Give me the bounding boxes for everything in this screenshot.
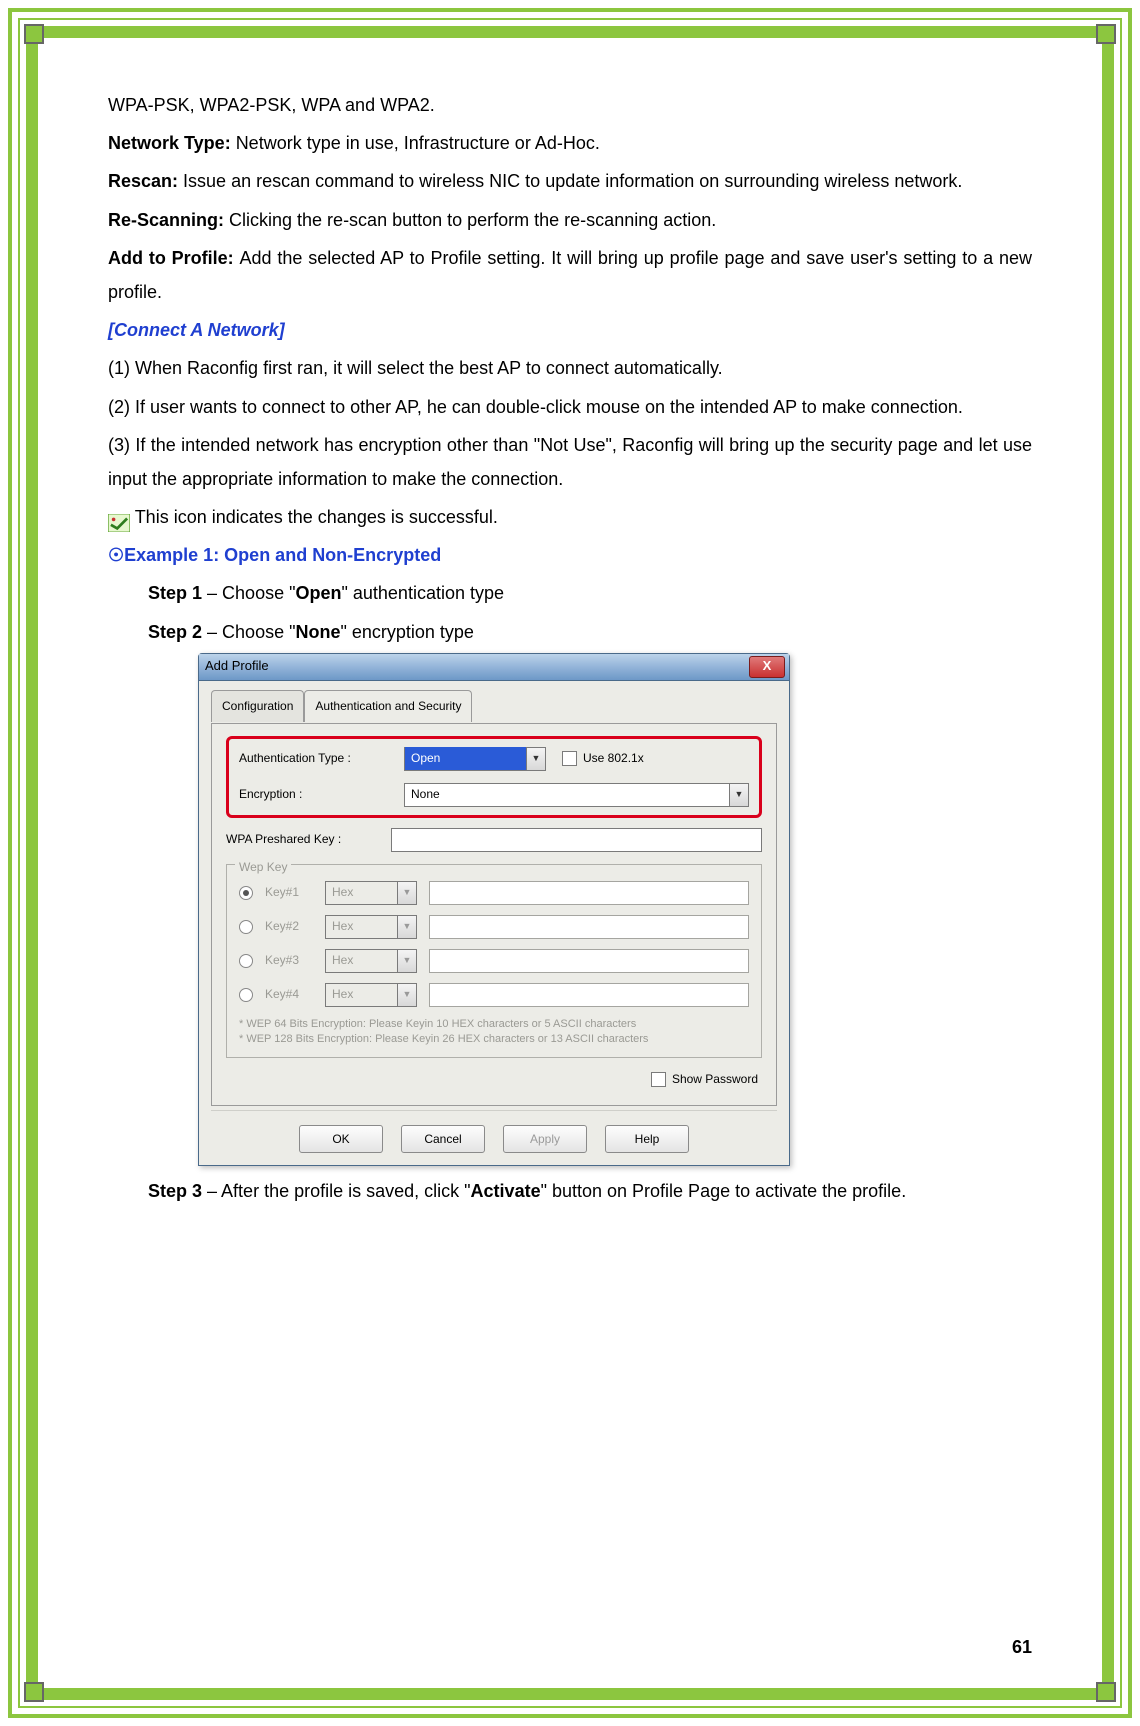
screenshot-dialog: Add Profile X Configuration Authenticati… — [198, 653, 1032, 1166]
select-key4-format: Hex — [325, 983, 417, 1007]
legend-wep-key: Wep Key — [235, 856, 291, 879]
select-auth-value: Open — [405, 747, 526, 770]
radio-key3[interactable] — [239, 954, 253, 968]
close-icon[interactable]: X — [749, 656, 785, 678]
select-encryption[interactable]: None — [404, 783, 749, 807]
chevron-down-icon[interactable] — [729, 784, 748, 806]
label-key4: Key#4 — [265, 983, 313, 1006]
radio-key4[interactable] — [239, 988, 253, 1002]
document-content: WPA-PSK, WPA2-PSK, WPA and WPA2. Network… — [108, 88, 1032, 1208]
panel-auth-security: Authentication Type : Open Use 802.1x — [211, 723, 777, 1107]
cancel-button[interactable]: Cancel — [401, 1125, 485, 1153]
wep-note-128: * WEP 128 Bits Encryption: Please Keyin … — [239, 1032, 749, 1047]
text-add-to-profile: Add to Profile: Add the selected AP to P… — [108, 241, 1032, 309]
checkbox-icon — [562, 751, 577, 766]
dialog-button-row: OK Cancel Apply Help — [211, 1110, 777, 1153]
section-title-connect: [Connect A Network] — [108, 313, 1032, 347]
handshake-icon — [108, 509, 130, 527]
desc-rescanning: Clicking the re-scan button to perform t… — [229, 210, 716, 230]
radio-key2[interactable] — [239, 920, 253, 934]
label-show-password: Show Password — [672, 1068, 758, 1091]
step2-bold: None — [295, 622, 340, 642]
connect-step2: (2) If user wants to connect to other AP… — [108, 390, 1032, 424]
checkbox-icon — [651, 1072, 666, 1087]
select-key3-format: Hex — [325, 949, 417, 973]
radio-key1[interactable] — [239, 886, 253, 900]
apply-button: Apply — [503, 1125, 587, 1153]
step1-label: Step 1 — [148, 583, 202, 603]
checkbox-use-8021x[interactable]: Use 802.1x — [562, 747, 644, 770]
label-encryption: Encryption : — [239, 783, 404, 806]
chevron-down-icon — [397, 882, 416, 904]
input-key1[interactable] — [429, 881, 749, 905]
step1-bold: Open — [295, 583, 341, 603]
tab-configuration[interactable]: Configuration — [211, 690, 304, 722]
frame-corner — [24, 24, 44, 44]
label-rescan: Rescan: — [108, 171, 183, 191]
input-key4[interactable] — [429, 983, 749, 1007]
select-auth-type[interactable]: Open — [404, 747, 546, 771]
chevron-down-icon — [397, 916, 416, 938]
label-auth-type: Authentication Type : — [239, 747, 404, 770]
label-key3: Key#3 — [265, 949, 313, 972]
label-wpa-psk: WPA Preshared Key : — [226, 828, 391, 851]
dialog-titlebar[interactable]: Add Profile X — [199, 654, 789, 681]
help-button[interactable]: Help — [605, 1125, 689, 1153]
text-rescanning: Re-Scanning: Clicking the re-scan button… — [108, 203, 1032, 237]
frame-corner — [24, 1682, 44, 1702]
success-note: This icon indicates the changes is succe… — [108, 500, 1032, 534]
page-number: 61 — [1012, 1637, 1032, 1658]
checkbox-show-password[interactable]: Show Password — [651, 1068, 758, 1091]
input-key2[interactable] — [429, 915, 749, 939]
input-wpa-psk[interactable] — [391, 828, 762, 852]
connect-step3: (3) If the intended network has encrypti… — [108, 428, 1032, 496]
label-use-8021x: Use 802.1x — [583, 747, 644, 770]
text-network-type: Network Type: Network type in use, Infra… — [108, 126, 1032, 160]
desc-rescan: Issue an rescan command to wireless NIC … — [183, 171, 962, 191]
input-key3[interactable] — [429, 949, 749, 973]
select-key1-format: Hex — [325, 881, 417, 905]
step3: Step 3 – After the profile is saved, cli… — [148, 1174, 1032, 1208]
step3-label: Step 3 — [148, 1181, 202, 1201]
text-wpa: WPA-PSK, WPA2-PSK, WPA and WPA2. — [108, 88, 1032, 122]
step2: Step 2 – Choose "None" encryption type — [148, 615, 1032, 649]
select-encryption-value: None — [405, 783, 729, 806]
wep-notes: * WEP 64 Bits Encryption: Please Keyin 1… — [239, 1017, 749, 1048]
example-title: ☉Example 1: Open and Non-Encrypted — [108, 538, 1032, 572]
label-key2: Key#2 — [265, 915, 313, 938]
frame-corner — [1096, 1682, 1116, 1702]
step2-label: Step 2 — [148, 622, 202, 642]
ok-button[interactable]: OK — [299, 1125, 383, 1153]
label-rescanning: Re-Scanning: — [108, 210, 229, 230]
fieldset-wep-key: Wep Key Key#1 Hex Key#2 Hex — [226, 864, 762, 1059]
dialog-title: Add Profile — [205, 654, 269, 679]
add-profile-dialog: Add Profile X Configuration Authenticati… — [198, 653, 790, 1166]
wep-key-row: Key#1 Hex — [239, 881, 749, 905]
text-rescan: Rescan: Issue an rescan command to wirel… — [108, 164, 1032, 198]
step3-bold: Activate — [471, 1181, 541, 1201]
chevron-down-icon — [397, 984, 416, 1006]
label-add-to-profile: Add to Profile: — [108, 248, 240, 268]
wep-key-row: Key#3 Hex — [239, 949, 749, 973]
chevron-down-icon[interactable] — [526, 748, 545, 770]
frame-corner — [1096, 24, 1116, 44]
tab-auth-security[interactable]: Authentication and Security — [304, 690, 472, 722]
step1: Step 1 – Choose "Open" authentication ty… — [148, 576, 1032, 610]
success-note-text: This icon indicates the changes is succe… — [135, 507, 498, 527]
wep-key-row: Key#2 Hex — [239, 915, 749, 939]
desc-add-to-profile: Add the selected AP to Profile setting. … — [108, 248, 1032, 302]
select-key2-format: Hex — [325, 915, 417, 939]
desc-network-type: Network type in use, Infrastructure or A… — [236, 133, 600, 153]
wep-note-64: * WEP 64 Bits Encryption: Please Keyin 1… — [239, 1017, 749, 1032]
wep-key-row: Key#4 Hex — [239, 983, 749, 1007]
highlight-box: Authentication Type : Open Use 802.1x — [226, 736, 762, 818]
chevron-down-icon — [397, 950, 416, 972]
label-network-type: Network Type: — [108, 133, 236, 153]
label-key1: Key#1 — [265, 881, 313, 904]
connect-step1: (1) When Raconfig first ran, it will sel… — [108, 351, 1032, 385]
